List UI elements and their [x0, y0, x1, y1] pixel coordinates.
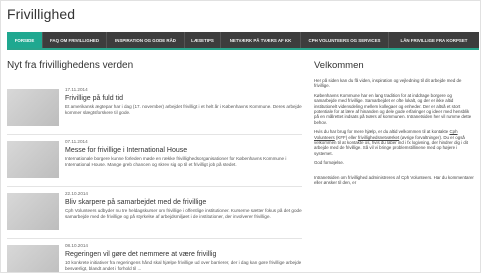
nav-item-faq[interactable]: FAQ OM FRIVILLIGHED	[43, 32, 107, 48]
welcome-signoff: God fornøjelse.	[314, 160, 345, 166]
nav-item-inspiration[interactable]: INSPIRATION OG GODE RÅD	[107, 32, 185, 48]
nav-item-netvaerk[interactable]: NETVÆRK PÅ TVÆRS AF KK	[221, 32, 301, 48]
main-navigation: FORSIDE FAQ OM FRIVILLIGHED INSPIRATION …	[7, 32, 479, 50]
news-thumbnail[interactable]	[7, 193, 59, 230]
news-heading: Nyt fra frivillighedens verden	[7, 60, 134, 71]
welcome-admin-note: Intranetsiden om frivillighed administre…	[314, 174, 474, 186]
news-date: 17.11.2014	[65, 87, 88, 92]
nav-item-laesetips[interactable]: LÆSETIPS	[185, 32, 221, 48]
news-thumbnail[interactable]	[7, 245, 59, 272]
welcome-heading: Velkommen	[314, 60, 364, 71]
welcome-sidebar: Her på siden kan du få viden, inspiratio…	[314, 78, 474, 190]
contact-text-start: Hvis du har brug for mere hjælp, er du a…	[314, 129, 450, 135]
nav-item-laan-frivillige[interactable]: LÅN FRIVILLIGE FRA KORPSET	[389, 32, 479, 48]
news-item[interactable]: 07.11.2014 Messe for frivillige i Intern…	[7, 139, 302, 183]
news-thumbnail[interactable]	[7, 141, 59, 178]
contact-text-mid: (KFF) eller	[334, 134, 358, 140]
divider	[7, 186, 302, 187]
news-title[interactable]: Messe for frivillige i International Hou…	[65, 146, 302, 155]
news-title[interactable]: Bliv skarpere på samarbejdet med de friv…	[65, 198, 302, 207]
welcome-description: Københavns Kommune har en lang tradition…	[314, 92, 472, 125]
nav-item-forside[interactable]: FORSIDE	[7, 32, 43, 48]
page: Frivillighed FORSIDE FAQ OM FRIVILLIGHED…	[0, 0, 481, 273]
frivillighedsnetvaerket-link[interactable]: frivillighedsnetværket	[358, 135, 399, 140]
welcome-contact: Hvis du har brug for mere hjælp, er du a…	[314, 129, 474, 156]
news-item[interactable]: 22.10.2014 Bliv skarpere på samarbejdet …	[7, 191, 302, 235]
news-date: 07.11.2014	[65, 139, 88, 144]
news-summary: Cph Volunteers udbyder nu tre heldagskur…	[65, 208, 302, 219]
news-summary: Et amerikansk ægtepar har i dag (17. nov…	[65, 104, 302, 115]
nav-item-cph-volunteers[interactable]: CPH VOLUNTEERS OG SERVICES	[301, 32, 389, 48]
news-title[interactable]: Regeringen vil gøre det nemmere at være …	[65, 250, 302, 259]
news-date: 08.10.2014	[65, 243, 88, 248]
news-date: 22.10.2014	[65, 191, 88, 196]
news-item[interactable]: 17.11.2014 Frivillige på fuld tid Et ame…	[7, 87, 302, 131]
news-summary: 10 konkrete initiativer fra regeringens …	[65, 260, 302, 271]
welcome-intro: Her på siden kan du få viden, inspiratio…	[314, 78, 462, 89]
site-title: Frivillighed	[7, 6, 76, 22]
news-thumbnail[interactable]	[7, 89, 59, 126]
news-summary: Internationale borgere kunne forleden mø…	[65, 156, 287, 167]
divider	[7, 134, 302, 135]
news-item[interactable]: 08.10.2014 Regeringen vil gøre det nemme…	[7, 243, 302, 272]
news-title[interactable]: Frivillige på fuld tid	[65, 94, 302, 103]
divider	[7, 238, 302, 239]
